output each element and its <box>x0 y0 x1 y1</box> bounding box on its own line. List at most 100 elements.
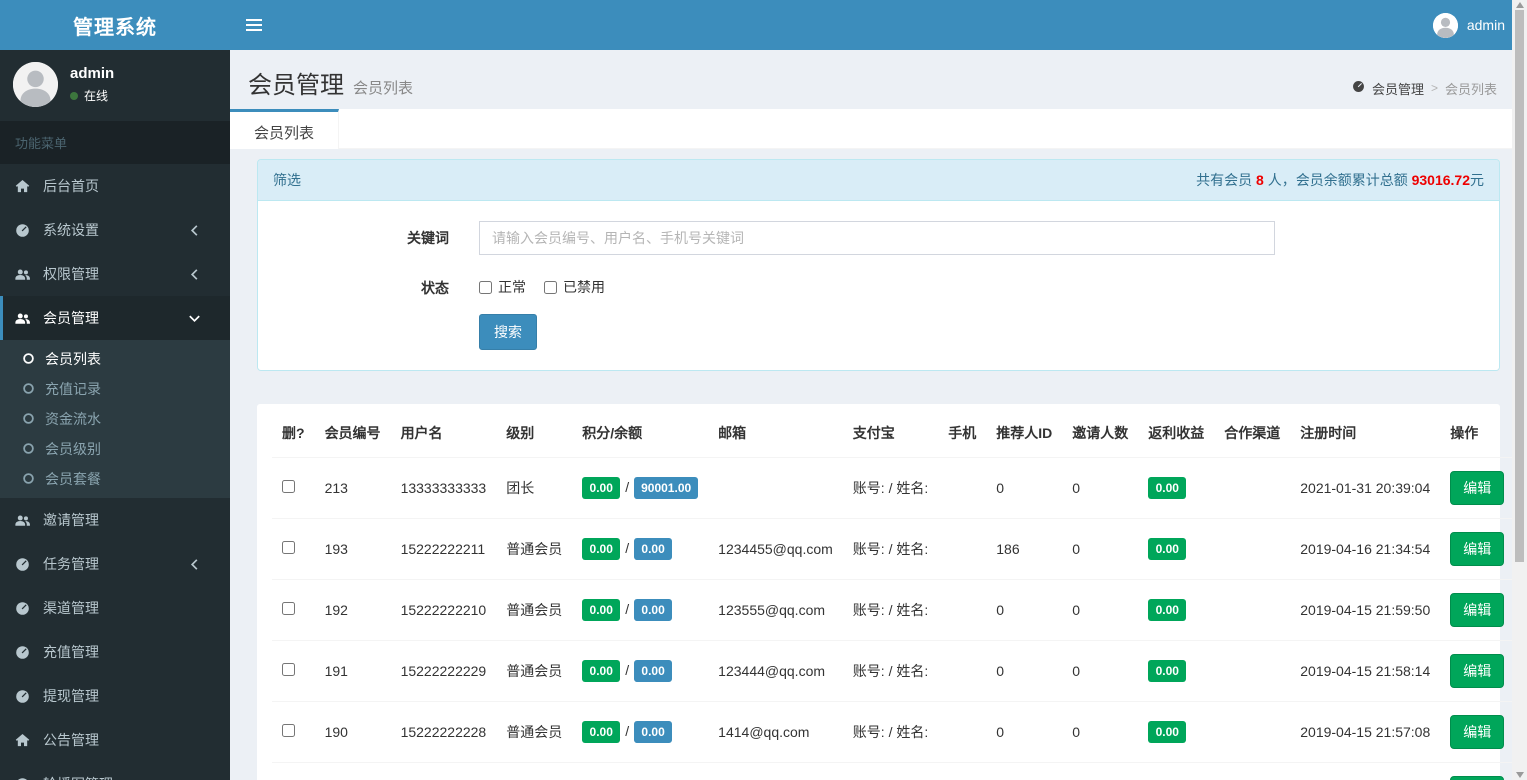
cell-invite-count: 0 <box>1062 762 1139 780</box>
sidebar-menu-item[interactable]: 权限管理 <box>0 252 230 296</box>
tabs-bar: 会员列表 <box>230 109 1512 149</box>
tab-member-list[interactable]: 会员列表 <box>230 109 340 149</box>
cell-email <box>708 457 843 519</box>
row-checkbox[interactable] <box>282 724 295 737</box>
edit-button[interactable]: 编辑 <box>1450 654 1505 688</box>
status-label: 状态 <box>421 280 449 296</box>
vertical-scrollbar[interactable] <box>1512 0 1527 780</box>
cell-points-balance: 0.00/0.00 <box>572 579 709 641</box>
cell-rebate: 0.00 <box>1138 518 1215 580</box>
cell-email: 1414@qq.com <box>708 701 843 763</box>
cell-channel <box>1214 762 1291 780</box>
keyword-input[interactable] <box>479 221 1275 255</box>
cell-username: 15222222211 <box>390 518 497 580</box>
status-checkbox[interactable] <box>479 280 492 294</box>
cell-register-time: 2019-04-15 21:59:50 <box>1290 579 1441 641</box>
scroll-down-arrow-icon[interactable] <box>1512 770 1527 780</box>
cell-referrer-id: 0 <box>986 762 1063 780</box>
scrollbar-thumb[interactable] <box>1515 10 1524 562</box>
member-summary: 共有会员 8 人，会员余额累计总额 93016.72元 <box>1196 172 1484 188</box>
gauge-icon <box>15 601 35 616</box>
sidebar-submenu-item[interactable]: 会员套餐 <box>0 464 230 494</box>
cell-username: 18012121212 <box>390 762 497 780</box>
filter-title[interactable]: 筛选 <box>273 170 301 190</box>
sidebar-menu-item[interactable]: 邀请管理 <box>0 498 230 542</box>
sidebar-submenu-item[interactable]: 充值记录 <box>0 374 230 404</box>
app-logo[interactable]: 管理系统 <box>0 0 230 50</box>
balance-total: 93016.72 <box>1411 172 1470 188</box>
sidebar-menu-item[interactable]: 渠道管理 <box>0 586 230 630</box>
rebate-badge: 0.00 <box>1148 477 1187 499</box>
edit-button[interactable]: 编辑 <box>1450 593 1505 627</box>
table-row: 192 15222222210 普通会员 0.00/0.00 123555@qq… <box>272 579 1515 641</box>
cell-level: 普通会员 <box>496 518 573 580</box>
sidebar-menu-item[interactable]: 提现管理 <box>0 674 230 718</box>
cell-member-id: 192 <box>314 579 391 641</box>
row-checkbox[interactable] <box>282 480 295 493</box>
status-checkbox-option[interactable]: 已禁用 <box>544 277 605 297</box>
app-title: 管理系统 <box>73 16 157 39</box>
sidebar-menu-item[interactable]: 后台首页 <box>0 164 230 208</box>
sidebar-menu-item[interactable]: 任务管理 <box>0 542 230 586</box>
row-checkbox[interactable] <box>282 663 295 676</box>
chevron-left-icon <box>187 267 207 282</box>
filter-panel-body: 关键词 状态 正常已禁用 搜索 <box>258 201 1499 370</box>
cell-phone <box>938 518 987 580</box>
sidebar-menu: 后台首页 系统设置 权限管理 会员管理 会员列表 充值记录 资金流水 会员级别 … <box>0 164 230 780</box>
cell-username: 15222222229 <box>390 640 497 702</box>
cell-phone <box>938 579 987 641</box>
breadcrumb-parent[interactable]: 会员管理 <box>1372 79 1424 98</box>
sidebar-submenu-item[interactable]: 会员列表 <box>0 344 230 374</box>
balance-badge: 0.00 <box>634 660 673 682</box>
row-checkbox[interactable] <box>282 602 295 615</box>
cell-level: 普通会员 <box>496 640 573 702</box>
sidebar-menu-item[interactable]: 系统设置 <box>0 208 230 252</box>
sidebar-menu-item[interactable]: 会员管理 <box>0 296 230 340</box>
balance-badge: 90001.00 <box>634 477 699 499</box>
cell-rebate: 0.00 <box>1138 457 1215 519</box>
cell-member-id: 189 <box>314 762 391 780</box>
cell-actions: 编辑 <box>1440 457 1515 519</box>
cell-register-time: 2019-04-16 21:34:54 <box>1290 518 1441 580</box>
cell-member-id: 213 <box>314 457 391 519</box>
sidebar-submenu-item[interactable]: 会员级别 <box>0 434 230 464</box>
row-checkbox[interactable] <box>282 541 295 554</box>
scroll-up-arrow-icon[interactable] <box>1512 0 1527 10</box>
chevron-left-icon <box>187 557 207 572</box>
cell-phone <box>938 762 987 780</box>
cell-alipay: 账号: / 姓名: <box>842 762 939 780</box>
user-status[interactable]: 在线 <box>70 87 114 104</box>
cell-channel <box>1214 457 1291 519</box>
cell-register-time: 2019-04-15 21:56:24 <box>1290 762 1441 780</box>
filter-panel-header: 筛选 共有会员 8 人，会员余额累计总额 93016.72元 <box>258 160 1499 201</box>
edit-button[interactable]: 编辑 <box>1450 471 1505 505</box>
page-title: 会员管理 <box>248 72 344 99</box>
members-table-box: 删? 会员编号 用户名 级别 积分/余额 邮箱 支付宝 手机 推荐人ID 邀请人数 返利收益 合作渠道… <box>257 404 1515 780</box>
cell-channel <box>1214 518 1291 580</box>
sidebar-menu-item[interactable]: 公告管理 <box>0 718 230 762</box>
status-checkbox-option[interactable]: 正常 <box>479 277 526 297</box>
cell-email: 123555@qq.com <box>708 579 843 641</box>
edit-button[interactable]: 编辑 <box>1450 776 1505 780</box>
breadcrumb: 会员管理 > 会员列表 <box>1352 79 1497 98</box>
column-header: 删? <box>272 409 315 458</box>
circle-icon <box>22 382 36 396</box>
edit-button[interactable]: 编辑 <box>1450 715 1505 749</box>
cell-invite-count: 0 <box>1062 457 1139 519</box>
status-checkbox[interactable] <box>544 280 557 294</box>
top-navbar: admin <box>230 0 1527 50</box>
cell-register-time: 2019-04-15 21:58:14 <box>1290 640 1441 702</box>
sidebar-menu-item[interactable]: 轮播图管理 <box>0 762 230 780</box>
cell-actions: 编辑 <box>1440 518 1515 580</box>
cell-member-id: 191 <box>314 640 391 702</box>
sidebar-toggle-button[interactable] <box>230 0 278 50</box>
search-button[interactable]: 搜索 <box>479 314 537 350</box>
edit-button[interactable]: 编辑 <box>1450 532 1505 566</box>
hamburger-icon <box>246 19 262 21</box>
users-icon <box>15 513 35 528</box>
sidebar-menu-item[interactable]: 充值管理 <box>0 630 230 674</box>
sidebar-submenu-item[interactable]: 资金流水 <box>0 404 230 434</box>
cell-invite-count: 0 <box>1062 640 1139 702</box>
points-badge: 0.00 <box>582 599 621 621</box>
rebate-badge: 0.00 <box>1148 721 1187 743</box>
